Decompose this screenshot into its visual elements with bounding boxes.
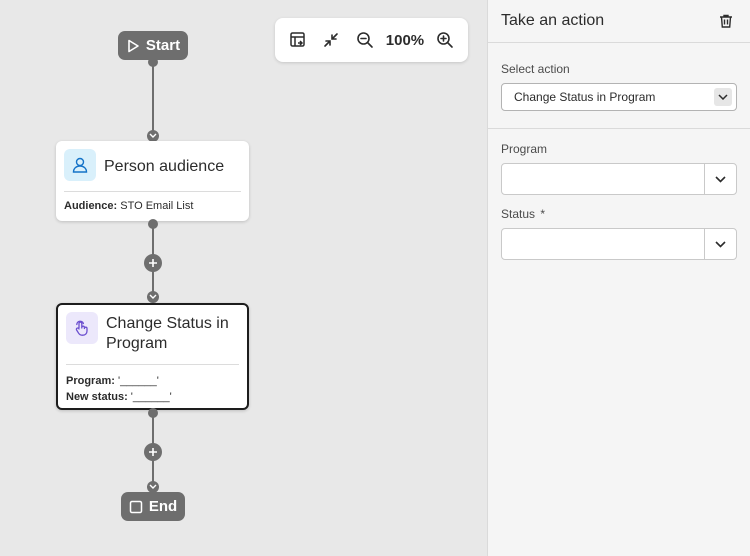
status-input[interactable] <box>502 229 705 259</box>
meta-key: New status: <box>66 391 128 403</box>
play-icon <box>128 39 139 52</box>
status-combobox <box>501 228 737 260</box>
meta-row: New status: '______' <box>66 389 239 405</box>
node-meta: Audience: STO Email List <box>56 192 249 214</box>
zoom-out-icon[interactable] <box>350 25 379 55</box>
meta-value: '______' <box>127 391 172 403</box>
meta-row: Program: '______' <box>66 373 239 389</box>
select-action-value: Change Status in Program <box>514 90 656 104</box>
program-label: Program <box>501 142 548 156</box>
start-label: Start <box>145 37 181 54</box>
select-action-section: Select action Change Status in Program <box>488 43 750 111</box>
node-title: Change Status in Program <box>106 315 229 352</box>
panel-header: Take an action <box>488 0 750 43</box>
chevron-down-icon <box>715 240 726 248</box>
touch-icon <box>66 312 98 344</box>
collapse-icon[interactable] <box>316 25 345 55</box>
meta-key: Audience: <box>64 200 118 212</box>
add-step-button[interactable] <box>144 443 162 461</box>
stop-icon <box>129 500 143 513</box>
required-mark: * <box>540 207 546 221</box>
meta-value: '______' <box>114 375 159 387</box>
meta-key: Program: <box>66 375 115 387</box>
action-panel: Take an action Select action Change Stat… <box>487 0 750 556</box>
meta-value: STO Email List <box>117 200 194 212</box>
zoom-level: 100% <box>385 31 425 49</box>
program-dropdown-button[interactable] <box>705 164 736 194</box>
journey-canvas: 100% Start Person audience Audience: STO… <box>0 0 487 556</box>
select-action-label: Select action <box>501 62 570 76</box>
add-step-button[interactable] <box>144 254 162 272</box>
select-action-dropdown[interactable]: Change Status in Program <box>501 83 737 111</box>
person-audience-node[interactable]: Person audience Audience: STO Email List <box>56 141 249 221</box>
program-section: Program <box>488 129 750 195</box>
end-node[interactable]: End <box>121 492 185 521</box>
delete-trash-icon[interactable] <box>715 10 737 32</box>
connector-line <box>152 62 154 134</box>
auto-layout-icon[interactable] <box>283 25 312 55</box>
status-section: Status * <box>488 195 750 260</box>
connector-chevron-icon <box>147 291 159 303</box>
start-node[interactable]: Start <box>118 31 188 60</box>
canvas-toolbar: 100% <box>275 18 468 62</box>
status-dropdown-button[interactable] <box>705 229 736 259</box>
zoom-in-icon[interactable] <box>431 25 460 55</box>
chevron-down-icon <box>714 88 732 106</box>
status-label-text: Status <box>501 207 536 221</box>
program-combobox <box>501 163 737 195</box>
program-input[interactable] <box>502 164 705 194</box>
person-icon <box>64 149 96 181</box>
node-meta: Program: '______' New status: '______' <box>58 365 247 405</box>
node-title: Person audience <box>104 158 225 175</box>
panel-title: Take an action <box>501 12 605 29</box>
end-label: End <box>148 498 178 515</box>
chevron-down-icon <box>715 175 726 183</box>
status-label: Status * <box>501 207 737 221</box>
change-status-node[interactable]: Change Status in Program Program: '_____… <box>56 303 249 410</box>
